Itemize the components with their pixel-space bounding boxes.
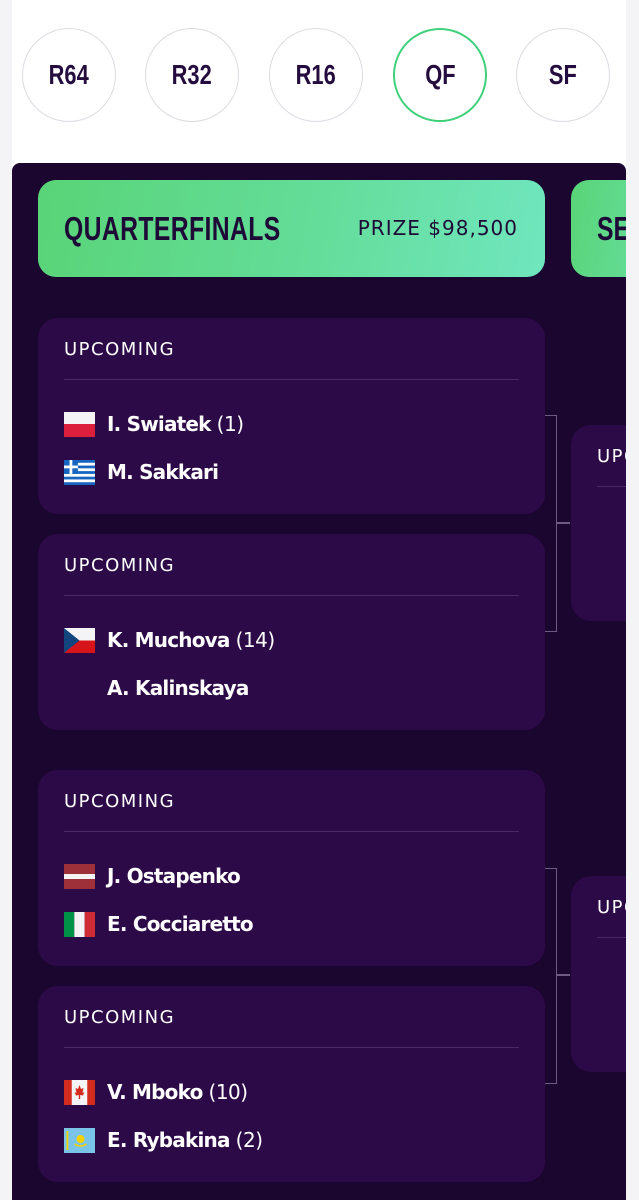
round-tab-qf[interactable]: QF bbox=[393, 28, 487, 122]
bracket-connector-tick bbox=[556, 522, 570, 524]
left-gutter bbox=[0, 0, 12, 1200]
round-title: QUARTERFINALS bbox=[64, 210, 281, 247]
player-name: E. Rybakina bbox=[107, 1128, 230, 1152]
divider bbox=[597, 486, 626, 487]
match-status: UPCOMING bbox=[64, 555, 176, 576]
divider bbox=[64, 379, 519, 380]
round-tab-label: R16 bbox=[295, 59, 337, 90]
round-tab-sf[interactable]: SF bbox=[516, 28, 610, 122]
next-round-title: SEI bbox=[597, 210, 626, 247]
round-tab-label: R32 bbox=[171, 59, 213, 90]
flag-placeholder bbox=[64, 676, 95, 701]
flag-canada-icon bbox=[64, 1079, 95, 1105]
player-row: M. Sakkari bbox=[64, 457, 224, 487]
round-tab-r16[interactable]: R16 bbox=[269, 28, 363, 122]
semifinal-card-partial[interactable]: UPC bbox=[571, 876, 626, 1072]
right-gutter bbox=[626, 0, 639, 1200]
match-card[interactable]: UPCOMING J. Ostapenko E. Cocciaretto bbox=[38, 770, 545, 966]
flag-italy-icon bbox=[64, 911, 95, 937]
semifinal-card-partial[interactable]: UPC bbox=[571, 425, 626, 621]
flag-greece-icon bbox=[64, 459, 95, 485]
match-card[interactable]: UPCOMING V. Mboko (10) E. Rybakina (2) bbox=[38, 986, 545, 1182]
quarterfinals-header: QUARTERFINALS PRIZE $98,500 bbox=[38, 180, 545, 277]
match-status: UPCOMING bbox=[64, 791, 176, 812]
player-row: E. Cocciaretto bbox=[64, 909, 259, 939]
player-name: K. Muchova bbox=[107, 628, 230, 652]
flag-kazakhstan-icon bbox=[64, 1127, 95, 1153]
player-name: E. Cocciaretto bbox=[107, 912, 254, 936]
round-tab-r32[interactable]: R32 bbox=[145, 28, 239, 122]
player-seed: (10) bbox=[208, 1080, 249, 1104]
round-tab-r64[interactable]: R64 bbox=[22, 28, 116, 122]
divider bbox=[64, 831, 519, 832]
player-seed: (14) bbox=[235, 628, 276, 652]
player-row: A. Kalinskaya bbox=[64, 673, 255, 703]
divider bbox=[597, 937, 626, 938]
player-row: E. Rybakina (2) bbox=[64, 1125, 263, 1155]
divider bbox=[64, 595, 519, 596]
player-row: V. Mboko (10) bbox=[64, 1077, 248, 1107]
player-row: K. Muchova (14) bbox=[64, 625, 275, 655]
round-selector-bar: R64 R32 R16 QF SF bbox=[0, 0, 639, 163]
flag-poland-icon bbox=[64, 411, 95, 437]
match-status: UPC bbox=[597, 897, 626, 918]
round-tab-label: SF bbox=[549, 59, 577, 90]
bracket-connector bbox=[545, 415, 557, 632]
player-row: J. Ostapenko bbox=[64, 861, 246, 891]
match-card[interactable]: UPCOMING K. Muchova (14) A. Kalinskaya bbox=[38, 534, 545, 730]
player-name: A. Kalinskaya bbox=[107, 676, 249, 700]
match-status: UPCOMING bbox=[64, 339, 176, 360]
flag-czechia-icon bbox=[64, 627, 95, 653]
flag-latvia-icon bbox=[64, 863, 95, 889]
player-name: I. Swiatek bbox=[107, 412, 211, 436]
player-row: I. Swiatek (1) bbox=[64, 409, 244, 439]
bracket-connector-tick bbox=[556, 974, 570, 976]
bracket-connector bbox=[545, 868, 557, 1084]
player-seed: (2) bbox=[235, 1128, 263, 1152]
match-status: UPC bbox=[597, 446, 626, 467]
divider bbox=[64, 1047, 519, 1048]
round-tab-label: QF bbox=[424, 59, 456, 90]
bracket-view[interactable]: QUARTERFINALS PRIZE $98,500 SEI UPCOMING… bbox=[12, 163, 626, 1200]
match-card[interactable]: UPCOMING I. Swiatek (1) M. Sakkari bbox=[38, 318, 545, 514]
semifinals-header-partial: SEI bbox=[571, 180, 626, 277]
player-seed: (1) bbox=[216, 412, 244, 436]
match-status: UPCOMING bbox=[64, 1007, 176, 1028]
player-name: M. Sakkari bbox=[107, 460, 219, 484]
player-name: V. Mboko bbox=[107, 1080, 203, 1104]
player-name: J. Ostapenko bbox=[107, 864, 241, 888]
round-tab-label: R64 bbox=[48, 59, 90, 90]
round-prize: PRIZE $98,500 bbox=[357, 216, 518, 240]
